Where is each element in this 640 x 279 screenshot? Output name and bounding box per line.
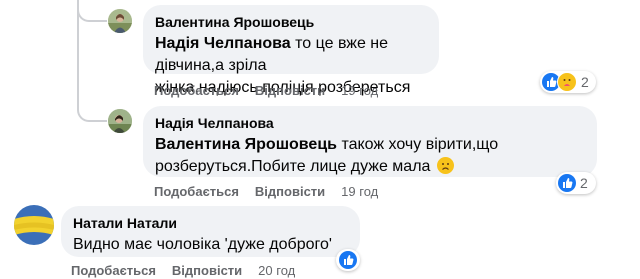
reactions-summary[interactable] <box>336 249 360 271</box>
avatar[interactable] <box>108 109 132 133</box>
thread-connector <box>77 0 107 22</box>
mention-link[interactable]: Валентина Ярошовець <box>155 136 337 153</box>
comment-text-line2: розберуться.Побите лице дуже мала <box>155 158 431 175</box>
like-button[interactable]: Подобається <box>71 263 156 278</box>
mention-link[interactable]: Надія Челпанова <box>155 35 291 52</box>
profile-photo <box>14 205 54 245</box>
timestamp[interactable]: 19 год <box>341 184 378 199</box>
comment-actions: Подобається Відповісти 19 год <box>154 83 378 99</box>
reaction-count: 2 <box>581 74 589 90</box>
comment-text-line1: також хочу вірити,що <box>337 136 499 153</box>
reply-button[interactable]: Відповісти <box>255 184 325 199</box>
reply-button[interactable]: Відповісти <box>255 83 325 98</box>
reactions-summary[interactable]: 2 <box>556 172 596 194</box>
reactions-summary[interactable]: 2 <box>540 71 596 93</box>
profile-photo <box>108 9 132 33</box>
thread-connector <box>77 90 107 122</box>
care-icon <box>557 72 577 92</box>
reply-button[interactable]: Відповісти <box>172 263 242 278</box>
comment-bubble: Натали Натали Видно має чоловіка 'дуже д… <box>61 206 360 257</box>
comment-author[interactable]: Валентина Ярошовець <box>155 13 427 31</box>
comment-actions: Подобається Відповісти 19 год <box>154 184 378 200</box>
like-button[interactable]: Подобається <box>154 83 239 98</box>
like-icon <box>558 174 576 192</box>
like-icon <box>339 251 357 269</box>
comment-actions: Подобається Відповісти 20 год <box>71 263 295 279</box>
comment-bubble: Валентина Ярошовець Надія Челпанова то ц… <box>143 5 439 96</box>
timestamp[interactable]: 19 год <box>341 83 378 98</box>
timestamp[interactable]: 20 год <box>258 263 295 278</box>
like-button[interactable]: Подобається <box>154 184 239 199</box>
comment-bubble: Надія Челпанова Валентина Ярошовець тако… <box>143 106 597 177</box>
comment-text: Видно має чоловіка 'дуже доброго' <box>73 236 332 253</box>
comment-text: Валентина Ярошовець також хочу вірити,що… <box>155 134 585 178</box>
avatar[interactable] <box>108 9 132 33</box>
avatar[interactable] <box>14 205 54 245</box>
sad-face-emoji-icon <box>436 157 454 174</box>
profile-photo <box>108 109 132 133</box>
reaction-count: 2 <box>580 175 588 191</box>
comment-author[interactable]: Натали Натали <box>73 214 348 232</box>
comment-author[interactable]: Надія Челпанова <box>155 114 585 132</box>
